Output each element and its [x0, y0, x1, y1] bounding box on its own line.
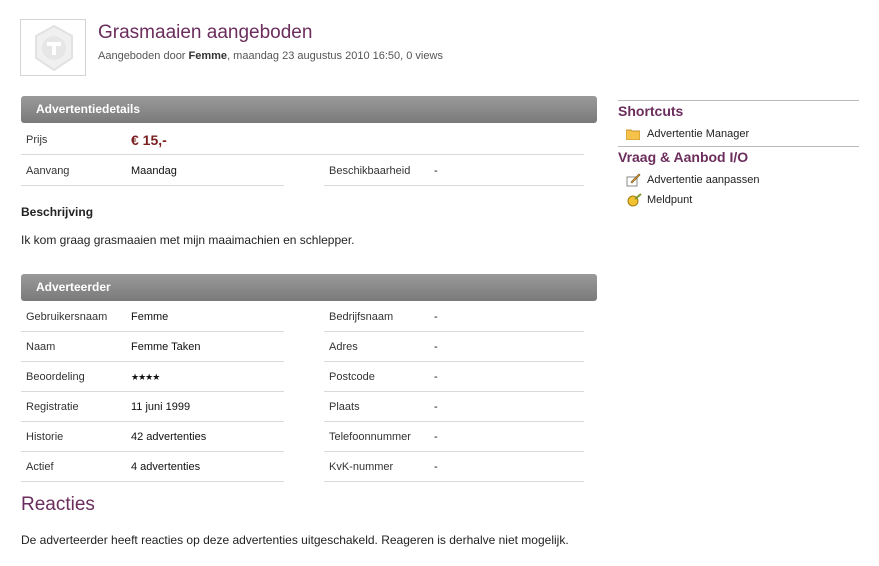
advertiser-row-left: Historie 42 advertenties — [21, 422, 284, 452]
meldpunt-label: Meldpunt — [647, 194, 693, 206]
advertiser-field-link[interactable]: 4 advertenties — [131, 452, 200, 482]
beschikbaar-label: Beschikbaarheid — [329, 165, 411, 177]
advertiser-row-right: Telefoonnummer - — [324, 422, 584, 452]
shortcut-advertentie-manager[interactable]: Advertentie Manager — [618, 124, 859, 144]
advertiser-field-label: Plaats — [329, 401, 360, 413]
advertiser-field-label: Postcode — [329, 371, 375, 383]
advertiser-field-value: - — [434, 311, 438, 323]
advertiser-field-value: - — [434, 401, 438, 413]
prijs-value: € 15,- — [131, 132, 167, 148]
default-avatar-icon — [35, 24, 73, 72]
advertiser-field-value: - — [434, 371, 438, 383]
advertiser-row-right: Plaats - — [324, 392, 584, 422]
advertiser-row-right: Bedrijfsnaam - — [324, 302, 584, 332]
advertiser-field-label: KvK-nummer — [329, 461, 394, 473]
advertiser-row-right: Postcode - — [324, 362, 584, 392]
meta-suffix: , maandag 23 augustus 2010 16:50, 0 view… — [227, 50, 443, 62]
prijs-label: Prijs — [26, 134, 48, 146]
advertiser-field-label: Gebruikersnaam — [26, 311, 108, 323]
advertiser-field-value: 11 juni 1999 — [131, 401, 191, 413]
advertiser-field-label: Naam — [26, 341, 56, 353]
row-prijs: Prijs € 15,- — [21, 125, 584, 155]
beschikbaar-value: - — [434, 165, 438, 177]
advertiser-field-label: Historie — [26, 431, 64, 443]
advertiser-field-label: Telefoonnummer — [329, 431, 411, 443]
row-beschikbaarheid: Beschikbaarheid - — [324, 156, 584, 186]
advertiser-field-value: - — [434, 431, 438, 443]
folder-icon — [625, 127, 641, 147]
advertiser-row-left: Naam Femme Taken — [21, 332, 284, 362]
sidebar: Shortcuts Advertentie Manager Vraag & Aa… — [618, 100, 859, 210]
beschrijving-heading: Beschrijving — [21, 205, 94, 219]
page-title: Grasmaaien aangeboden — [98, 22, 313, 43]
advertiser-row-left: Registratie 11 juni 1999 — [21, 392, 284, 422]
row-aanvang: Aanvang Maandag — [21, 156, 284, 186]
meta-prefix: Aangeboden door — [98, 50, 186, 62]
advertiser-row-right: Adres - — [324, 332, 584, 362]
shortcut-label: Advertentie Manager — [647, 128, 750, 140]
edit-label: Advertentie aanpassen — [647, 174, 760, 186]
report-icon — [626, 193, 642, 214]
aanvang-value: Maandag — [131, 165, 177, 177]
shortcuts-heading: Shortcuts — [618, 100, 859, 124]
advertiser-field-value: - — [434, 461, 438, 473]
advertiser-row-right: KvK-nummer - — [324, 452, 584, 482]
advertiser-field-value: - — [434, 341, 438, 353]
advertiser-field-link[interactable]: Femme — [131, 302, 168, 332]
rating-stars: ★★★★ — [131, 372, 160, 382]
advertiser-field-label: Bedrijfsnaam — [329, 311, 394, 323]
advertiser-field-label: Adres — [329, 341, 358, 353]
avatar — [20, 19, 86, 76]
vraag-aanbod-heading: Vraag & Aanbod I/O — [618, 146, 859, 170]
aanvang-label: Aanvang — [26, 165, 70, 177]
reacties-heading: Reacties — [21, 494, 95, 515]
advertiser-row-left: Gebruikersnaam Femme — [21, 302, 284, 332]
advertiser-field-label: Registratie — [26, 401, 79, 413]
advertiser-field-link[interactable]: 42 advertenties — [131, 422, 206, 452]
advertiser-field-value: Femme Taken — [131, 341, 201, 353]
advertiser-field-label: Actief — [26, 461, 54, 473]
advertiser-row-left: Beoordeling ★★★★ — [21, 362, 284, 392]
advertiser-field-label: Beoordeling — [26, 371, 85, 383]
reacties-text: De adverteerder heeft reacties op deze a… — [21, 533, 569, 547]
meta-author: Femme — [188, 50, 228, 62]
advertiser-row-left: Actief 4 advertenties — [21, 452, 284, 482]
advertentie-aanpassen-link[interactable]: Advertentie aanpassen — [618, 170, 859, 190]
adverteerder-bar: Adverteerder — [21, 274, 597, 301]
details-bar: Advertentiedetails — [21, 96, 597, 123]
ad-meta: Aangeboden door Femme, maandag 23 august… — [98, 50, 443, 62]
beschrijving-text: Ik kom graag grasmaaien met mijn maaimac… — [21, 233, 355, 247]
meldpunt-link[interactable]: Meldpunt — [618, 190, 859, 210]
